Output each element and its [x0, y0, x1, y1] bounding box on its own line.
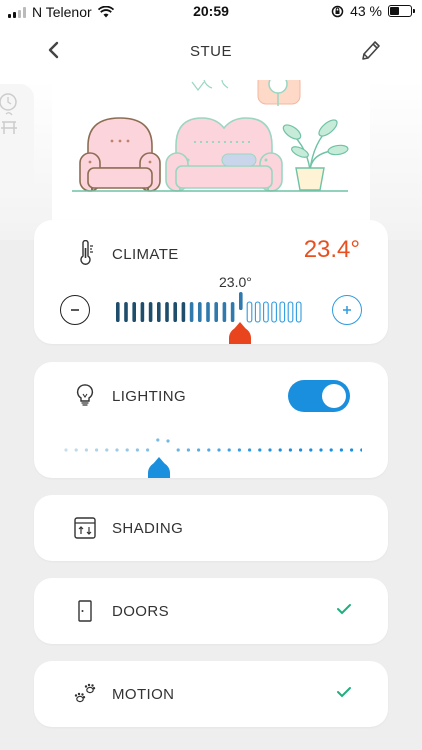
door-icon	[78, 600, 92, 622]
brightness-step[interactable]	[339, 448, 343, 452]
paw-prints-icon	[74, 683, 96, 703]
temperature-step[interactable]	[246, 301, 253, 323]
plus-icon	[343, 306, 351, 314]
shading-label: SHADING	[112, 520, 184, 537]
temperature-step[interactable]	[189, 302, 194, 322]
rotation-lock-icon	[331, 5, 344, 17]
temperature-step[interactable]	[263, 301, 269, 323]
temperature-step[interactable]	[222, 302, 227, 322]
thermometer-icon	[80, 240, 93, 265]
check-icon	[337, 604, 351, 615]
brightness-step[interactable]	[258, 448, 262, 452]
battery-icon	[388, 5, 415, 17]
brightness-step[interactable]	[197, 448, 201, 452]
brightness-step[interactable]	[237, 448, 241, 452]
brightness-step[interactable]	[135, 448, 139, 452]
brightness-step[interactable]	[95, 448, 99, 452]
brightness-step[interactable]	[125, 448, 129, 452]
temperature-step[interactable]	[124, 302, 128, 322]
brightness-step[interactable]	[176, 448, 180, 452]
toggle-knob	[322, 384, 346, 408]
motion-card[interactable]: MOTION	[34, 661, 388, 727]
brightness-step[interactable]	[248, 448, 252, 452]
climate-card[interactable]: CLIMATE 23.4° 23.0°	[34, 220, 388, 344]
temperature-step[interactable]	[173, 302, 177, 322]
brightness-step[interactable]	[268, 448, 272, 452]
brightness-step[interactable]	[360, 448, 362, 452]
edit-pencil-icon[interactable]	[358, 38, 382, 64]
lighting-label: LIGHTING	[112, 388, 187, 405]
increase-temp-button[interactable]	[332, 295, 362, 325]
temperature-step[interactable]	[295, 301, 302, 323]
minus-icon	[71, 309, 79, 311]
temperature-step[interactable]	[271, 301, 277, 323]
brightness-step[interactable]	[299, 448, 303, 452]
decrease-temp-button[interactable]	[60, 295, 90, 325]
battery-percent: 43 %	[350, 3, 382, 19]
lighting-toggle[interactable]	[288, 380, 350, 412]
brightness-step[interactable]	[186, 448, 190, 452]
temperature-step[interactable]	[181, 302, 186, 322]
climate-label: CLIMATE	[112, 246, 179, 263]
setpoint-value: 23.0°	[219, 274, 252, 290]
living-room-illustration	[72, 73, 349, 192]
previous-room-card[interactable]	[0, 84, 34, 196]
status-bar: N Telenor 20:59 43 %	[0, 0, 422, 24]
temperature-step[interactable]	[165, 302, 169, 322]
temperature-step[interactable]	[206, 302, 210, 322]
brightness-step[interactable]	[217, 448, 221, 452]
brightness-step[interactable]	[156, 438, 160, 442]
temperature-step[interactable]	[287, 301, 294, 323]
lightbulb-icon	[76, 384, 94, 406]
room-illustration	[52, 73, 370, 225]
brightness-step[interactable]	[319, 448, 323, 452]
temperature-step[interactable]	[132, 302, 136, 322]
temperature-step[interactable]	[279, 301, 286, 323]
nav-header: STUE	[0, 24, 422, 80]
temperature-step[interactable]	[254, 301, 261, 323]
temperature-step[interactable]	[116, 302, 120, 322]
temperature-step[interactable]	[148, 302, 153, 322]
check-icon	[337, 687, 351, 698]
temperature-step[interactable]	[140, 302, 145, 322]
current-temperature: 23.4°	[303, 236, 360, 263]
brightness-step[interactable]	[227, 448, 231, 452]
brightness-step[interactable]	[309, 448, 313, 452]
temperature-slider-handle[interactable]	[229, 322, 251, 344]
status-right: 43 %	[331, 3, 415, 19]
temperature-step[interactable]	[214, 302, 218, 322]
temperature-step[interactable]	[157, 302, 161, 322]
temperature-step[interactable]	[230, 302, 235, 322]
brightness-step[interactable]	[207, 448, 211, 452]
brightness-step[interactable]	[74, 448, 78, 452]
temperature-step[interactable]	[239, 292, 243, 310]
clock-lamp-icon	[0, 93, 17, 134]
brightness-step[interactable]	[350, 448, 354, 452]
brightness-step[interactable]	[146, 448, 150, 452]
brightness-slider-handle[interactable]	[148, 457, 170, 478]
temperature-slider[interactable]	[112, 292, 348, 328]
brightness-step[interactable]	[105, 448, 109, 452]
brightness-step[interactable]	[115, 448, 119, 452]
temperature-step[interactable]	[198, 302, 202, 322]
brightness-step[interactable]	[329, 448, 333, 452]
brightness-step[interactable]	[288, 448, 292, 452]
lighting-card[interactable]: LIGHTING	[34, 362, 388, 478]
brightness-step[interactable]	[84, 448, 88, 452]
doors-card[interactable]: DOORS	[34, 578, 388, 644]
brightness-step[interactable]	[278, 448, 282, 452]
brightness-step[interactable]	[64, 448, 68, 452]
brightness-slider[interactable]	[62, 438, 362, 458]
motion-label: MOTION	[112, 686, 175, 703]
doors-label: DOORS	[112, 603, 170, 620]
brightness-step[interactable]	[166, 439, 170, 443]
window-shade-icon	[74, 517, 96, 539]
shading-card[interactable]: SHADING	[34, 495, 388, 561]
